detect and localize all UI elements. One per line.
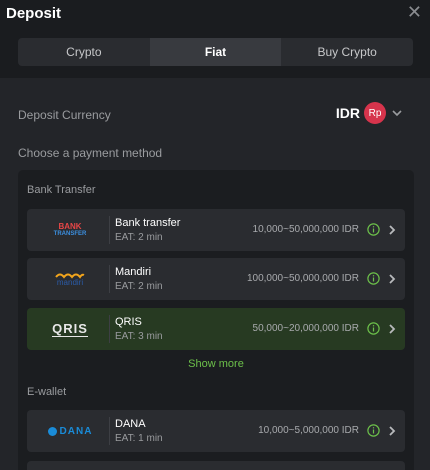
group-title-bank-transfer: Bank Transfer: [27, 184, 96, 196]
method-eat: EAT: 1 min: [115, 433, 163, 444]
method-range: 50,000~20,000,000 IDR: [252, 323, 359, 334]
dana-logo-text: DANA: [59, 425, 93, 437]
tab-buy-crypto[interactable]: Buy Crypto: [281, 38, 413, 66]
close-icon[interactable]: ✕: [407, 2, 422, 23]
method-next-partial[interactable]: [27, 461, 405, 470]
chevron-down-icon: [392, 110, 402, 117]
currency-selector[interactable]: IDR Rp: [336, 102, 404, 124]
chevron-right-icon: [389, 274, 396, 284]
method-eat: EAT: 2 min: [115, 281, 163, 292]
method-range: 100,000~50,000,000 IDR: [246, 273, 359, 284]
tab-bar: Crypto Fiat Buy Crypto: [18, 38, 413, 66]
dialog-header: Deposit ✕ Crypto Fiat Buy Crypto: [0, 0, 430, 78]
info-icon[interactable]: [367, 223, 380, 236]
deposit-currency-label: Deposit Currency: [18, 108, 111, 122]
row-divider: [109, 315, 110, 343]
choose-method-label: Choose a payment method: [18, 146, 163, 160]
show-more-link[interactable]: Show more: [18, 358, 414, 370]
info-icon[interactable]: [367, 322, 380, 335]
method-name: QRIS: [115, 316, 142, 328]
dana-circle-icon: [47, 426, 57, 436]
currency-code: IDR: [335, 105, 360, 121]
method-range: 10,000~50,000,000 IDR: [252, 224, 359, 235]
method-eat: EAT: 2 min: [115, 232, 163, 243]
deposit-panel: Deposit Currency IDR Rp Choose a payment…: [0, 78, 430, 470]
chevron-right-icon: [389, 225, 396, 235]
method-dana[interactable]: DANA DANA EAT: 1 min 10,000~5,000,000 ID…: [27, 410, 405, 452]
bank-logo-text-top: BANK: [58, 222, 82, 231]
info-icon[interactable]: [367, 424, 380, 437]
method-name: Bank transfer: [115, 217, 181, 229]
tab-crypto[interactable]: Crypto: [18, 38, 150, 66]
row-divider: [109, 265, 110, 293]
row-divider: [109, 216, 110, 244]
group-title-e-wallet: E-wallet: [27, 386, 67, 398]
method-mandiri[interactable]: mandiri Mandiri EAT: 2 min 100,000~50,00…: [27, 258, 405, 300]
mandiri-logo-text: mandiri: [56, 278, 84, 287]
payment-methods-list: Bank Transfer BANK TRANSFER Bank transfe…: [18, 170, 414, 470]
info-icon[interactable]: [367, 272, 380, 285]
dana-logo: DANA: [35, 416, 105, 446]
bank-logo-text-bottom: TRANSFER: [53, 231, 87, 237]
tab-fiat[interactable]: Fiat: [149, 38, 282, 66]
method-eat: EAT: 3 min: [115, 331, 163, 342]
qris-logo-text: QRIS: [52, 321, 88, 337]
bank-transfer-logo: BANK TRANSFER: [35, 215, 105, 245]
method-bank-transfer[interactable]: BANK TRANSFER Bank transfer EAT: 2 min 1…: [27, 209, 405, 251]
currency-symbol-badge: Rp: [364, 102, 386, 124]
qris-logo: QRIS: [35, 314, 105, 344]
method-qris[interactable]: QRIS QRIS EAT: 3 min 50,000~20,000,000 I…: [27, 308, 405, 350]
mandiri-logo: mandiri: [35, 264, 105, 294]
method-range: 10,000~5,000,000 IDR: [258, 425, 359, 436]
chevron-right-icon: [389, 324, 396, 334]
method-name: DANA: [115, 418, 146, 430]
method-name: Mandiri: [115, 266, 152, 278]
chevron-right-icon: [389, 426, 396, 436]
row-divider: [109, 417, 110, 445]
dialog-title: Deposit: [6, 5, 62, 22]
